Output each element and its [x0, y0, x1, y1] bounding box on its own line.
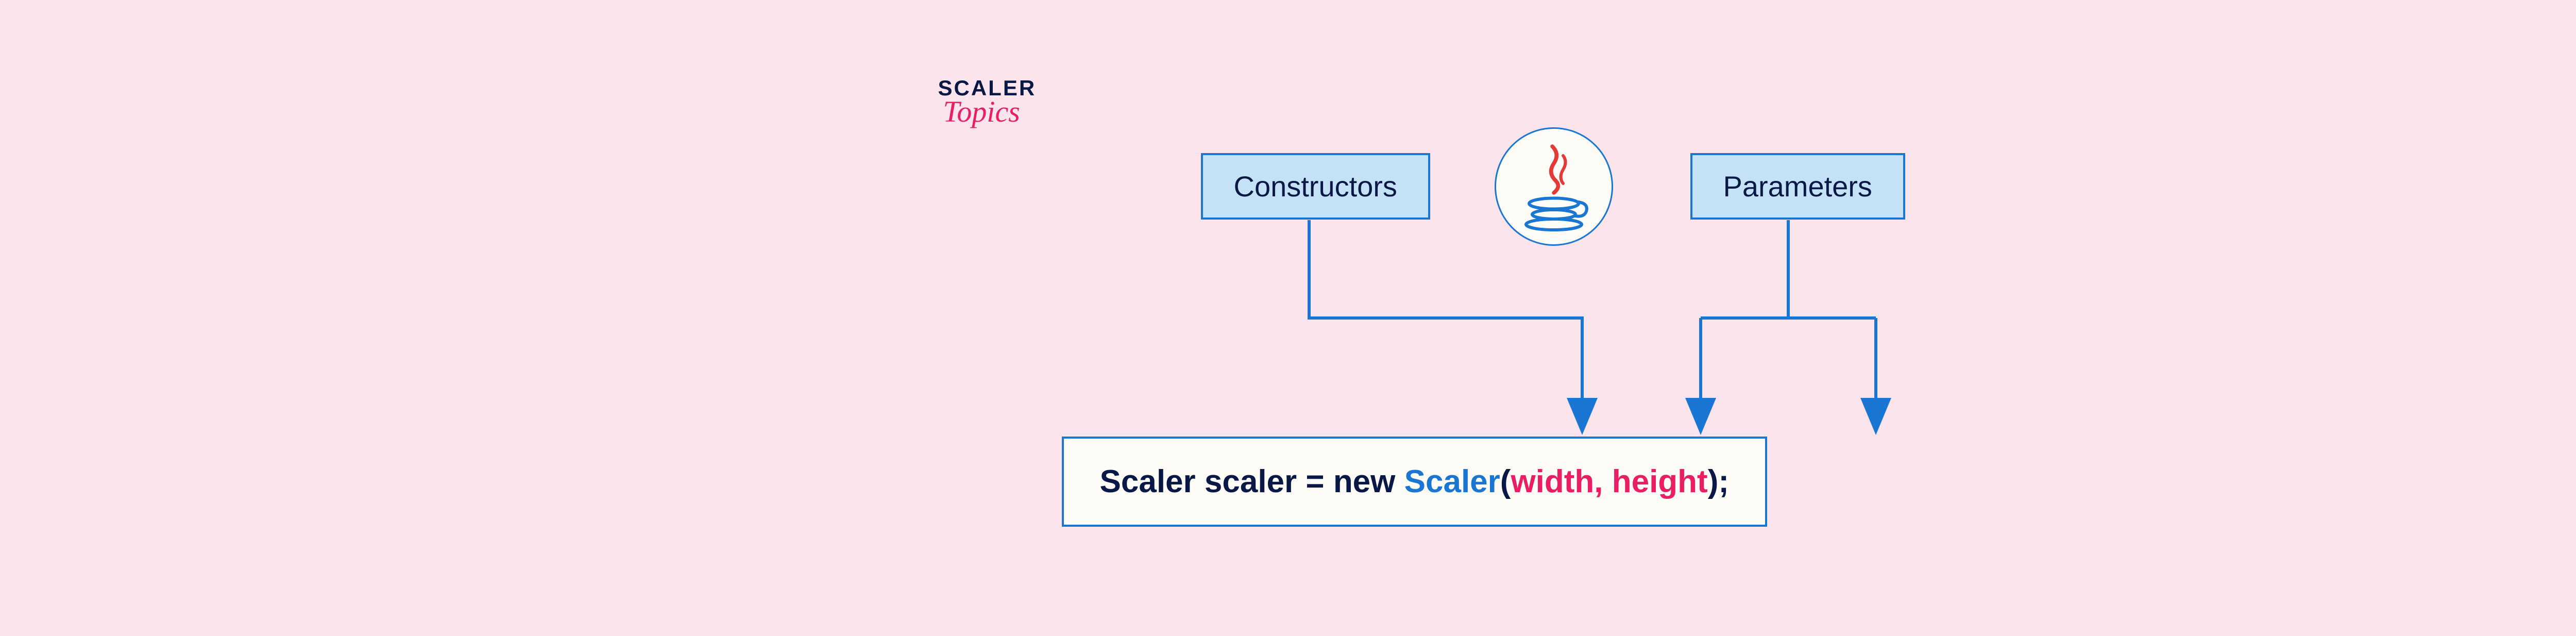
code-prefix: Scaler scaler = new: [1100, 464, 1404, 499]
code-params: width, height: [1511, 464, 1707, 499]
code-constructor: Scaler: [1404, 464, 1500, 499]
code-open-paren: (: [1500, 464, 1511, 499]
parameters-label: Parameters: [1723, 170, 1872, 203]
code-semicolon: ;: [1718, 464, 1729, 499]
diagram-canvas: SCALER Topics Constructors Parameters: [825, 60, 2267, 576]
code-close-paren: ): [1708, 464, 1719, 499]
code-statement-box: Scaler scaler = new Scaler(width, height…: [1062, 437, 1768, 527]
scaler-logo: SCALER Topics: [938, 76, 1037, 129]
java-logo-circle: [1495, 127, 1613, 246]
constructors-label-box: Constructors: [1201, 153, 1430, 220]
constructors-label: Constructors: [1234, 170, 1397, 203]
parameters-label-box: Parameters: [1690, 153, 1905, 220]
java-icon: [1515, 140, 1592, 233]
